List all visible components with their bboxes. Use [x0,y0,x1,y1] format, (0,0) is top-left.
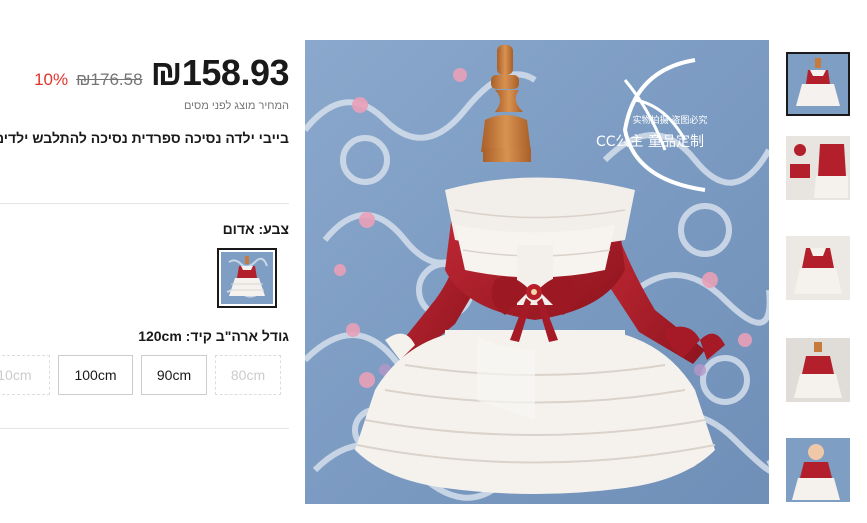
price-block: ₪158.93 ₪176.58 10% [34,52,289,94]
tax-note: המחיר מוצג לפני מסים [183,100,289,112]
dress-photo: 实物拍摄 盗图必究 CC公主 童品定制 [305,40,769,504]
size-option-90[interactable]: 90cm [141,355,207,395]
thumb-image [786,136,850,200]
thumbnail-3[interactable] [786,236,850,300]
original-price: ₪176.58 [76,70,143,89]
thumb-image [786,236,850,300]
divider [0,203,289,204]
color-label: צבע: אדום [222,221,289,237]
swatch-dress-image [221,252,273,304]
thumbnail-1[interactable] [786,52,850,116]
size-option-100[interactable]: 100cm [58,355,133,395]
size-option-80[interactable]: 80cm [215,355,281,395]
discount-badge: 10% [34,70,69,89]
size-option-110[interactable]: 110cm [0,355,50,395]
thumbnail-2[interactable] [786,136,850,200]
watermark-subtitle: 实物拍摄 盗图必究 [633,114,708,126]
watermark-brand: CC公主 童品定制 [596,133,704,150]
thumb-image [788,54,848,114]
current-price: ₪158.93 [150,52,290,93]
size-label: גודל ארה"ב קיד: 120cm [138,328,289,344]
price-row: ₪158.93 ₪176.58 10% [34,52,289,94]
divider [0,428,289,429]
thumb-image [786,438,850,502]
thumbnail-5[interactable] [786,438,850,502]
product-title: בייבי ילדה נסיכה ספרדית נסיכה להתלבש ילד… [0,130,289,146]
thumbnail-4[interactable] [786,338,850,402]
main-product-image[interactable]: 实物拍摄 盗图必究 CC公主 童品定制 [305,40,769,504]
color-swatch-red[interactable] [217,248,277,308]
thumb-image [786,338,850,402]
